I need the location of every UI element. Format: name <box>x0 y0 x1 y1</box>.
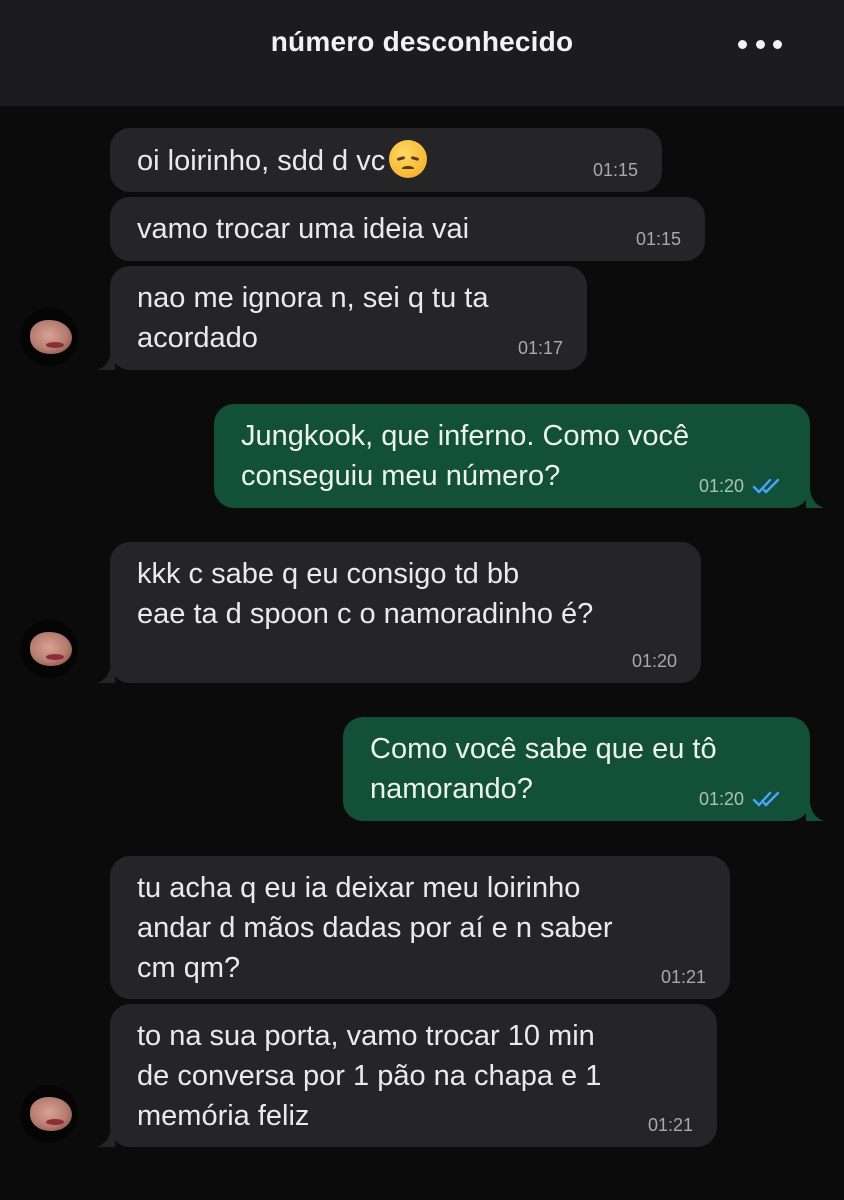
message-text: Jungkook, que inferno. Como você consegu… <box>241 420 690 492</box>
message-meta: 01:20 <box>699 476 784 496</box>
message-time: 01:15 <box>592 160 638 180</box>
message-bubble-incoming[interactable]: oi loirinho, sdd d vc 01:15 <box>110 128 662 192</box>
message-time: 01:20 <box>698 789 744 809</box>
message-text: Como você sabe que eu tô namorando? <box>370 733 717 805</box>
message-time: 01:20 <box>631 651 677 671</box>
bubble-tail <box>806 803 824 821</box>
message-text: oi loirinho, sdd d vc <box>137 145 386 177</box>
message-time: 01:15 <box>635 229 681 249</box>
contact-avatar[interactable] <box>20 1085 78 1143</box>
message-bubble-incoming[interactable]: to na sua porta, vamo trocar 10 min de c… <box>110 1004 717 1147</box>
message-time: 01:17 <box>517 338 563 358</box>
read-ticks-icon <box>752 478 780 494</box>
message-bubble-outgoing[interactable]: Como você sabe que eu tô namorando? 01:2… <box>343 717 810 821</box>
message-bubble-incoming[interactable]: vamo trocar uma ideia vai 01:15 <box>110 197 705 261</box>
bubble-tail <box>97 665 115 683</box>
message-bubble-outgoing[interactable]: Jungkook, que inferno. Como você consegu… <box>214 404 810 508</box>
message-text: to na sua porta, vamo trocar 10 min de c… <box>137 1020 602 1132</box>
message-bubble-incoming[interactable]: kkk c sabe q eu consigo td bb eae ta d s… <box>110 542 701 683</box>
contact-avatar[interactable] <box>20 620 78 678</box>
message-time: 01:21 <box>660 967 706 987</box>
bubble-tail <box>97 1129 115 1147</box>
more-dots-icon[interactable] <box>738 38 782 50</box>
bubble-tail <box>806 490 824 508</box>
contact-name[interactable]: número desconhecido <box>0 26 844 58</box>
bubble-tail <box>97 352 115 370</box>
message-text: nao me ignora n, sei q tu ta acordado <box>137 282 489 354</box>
contact-avatar[interactable] <box>20 308 78 366</box>
chat-header: número desconhecido <box>0 0 844 106</box>
message-meta: 01:20 <box>699 789 784 809</box>
message-bubble-incoming[interactable]: nao me ignora n, sei q tu ta acordado 01… <box>110 266 587 370</box>
message-text: tu acha q eu ia deixar meu loirinho anda… <box>137 872 613 984</box>
message-text: vamo trocar uma ideia vai <box>137 213 470 245</box>
message-time: 01:21 <box>647 1115 693 1135</box>
message-time: 01:20 <box>698 476 744 496</box>
message-text: kkk c sabe q eu consigo td bb eae ta d s… <box>137 558 594 630</box>
message-bubble-incoming[interactable]: tu acha q eu ia deixar meu loirinho anda… <box>110 856 730 999</box>
read-ticks-icon <box>752 791 780 807</box>
disappointed-face-icon <box>389 140 428 178</box>
